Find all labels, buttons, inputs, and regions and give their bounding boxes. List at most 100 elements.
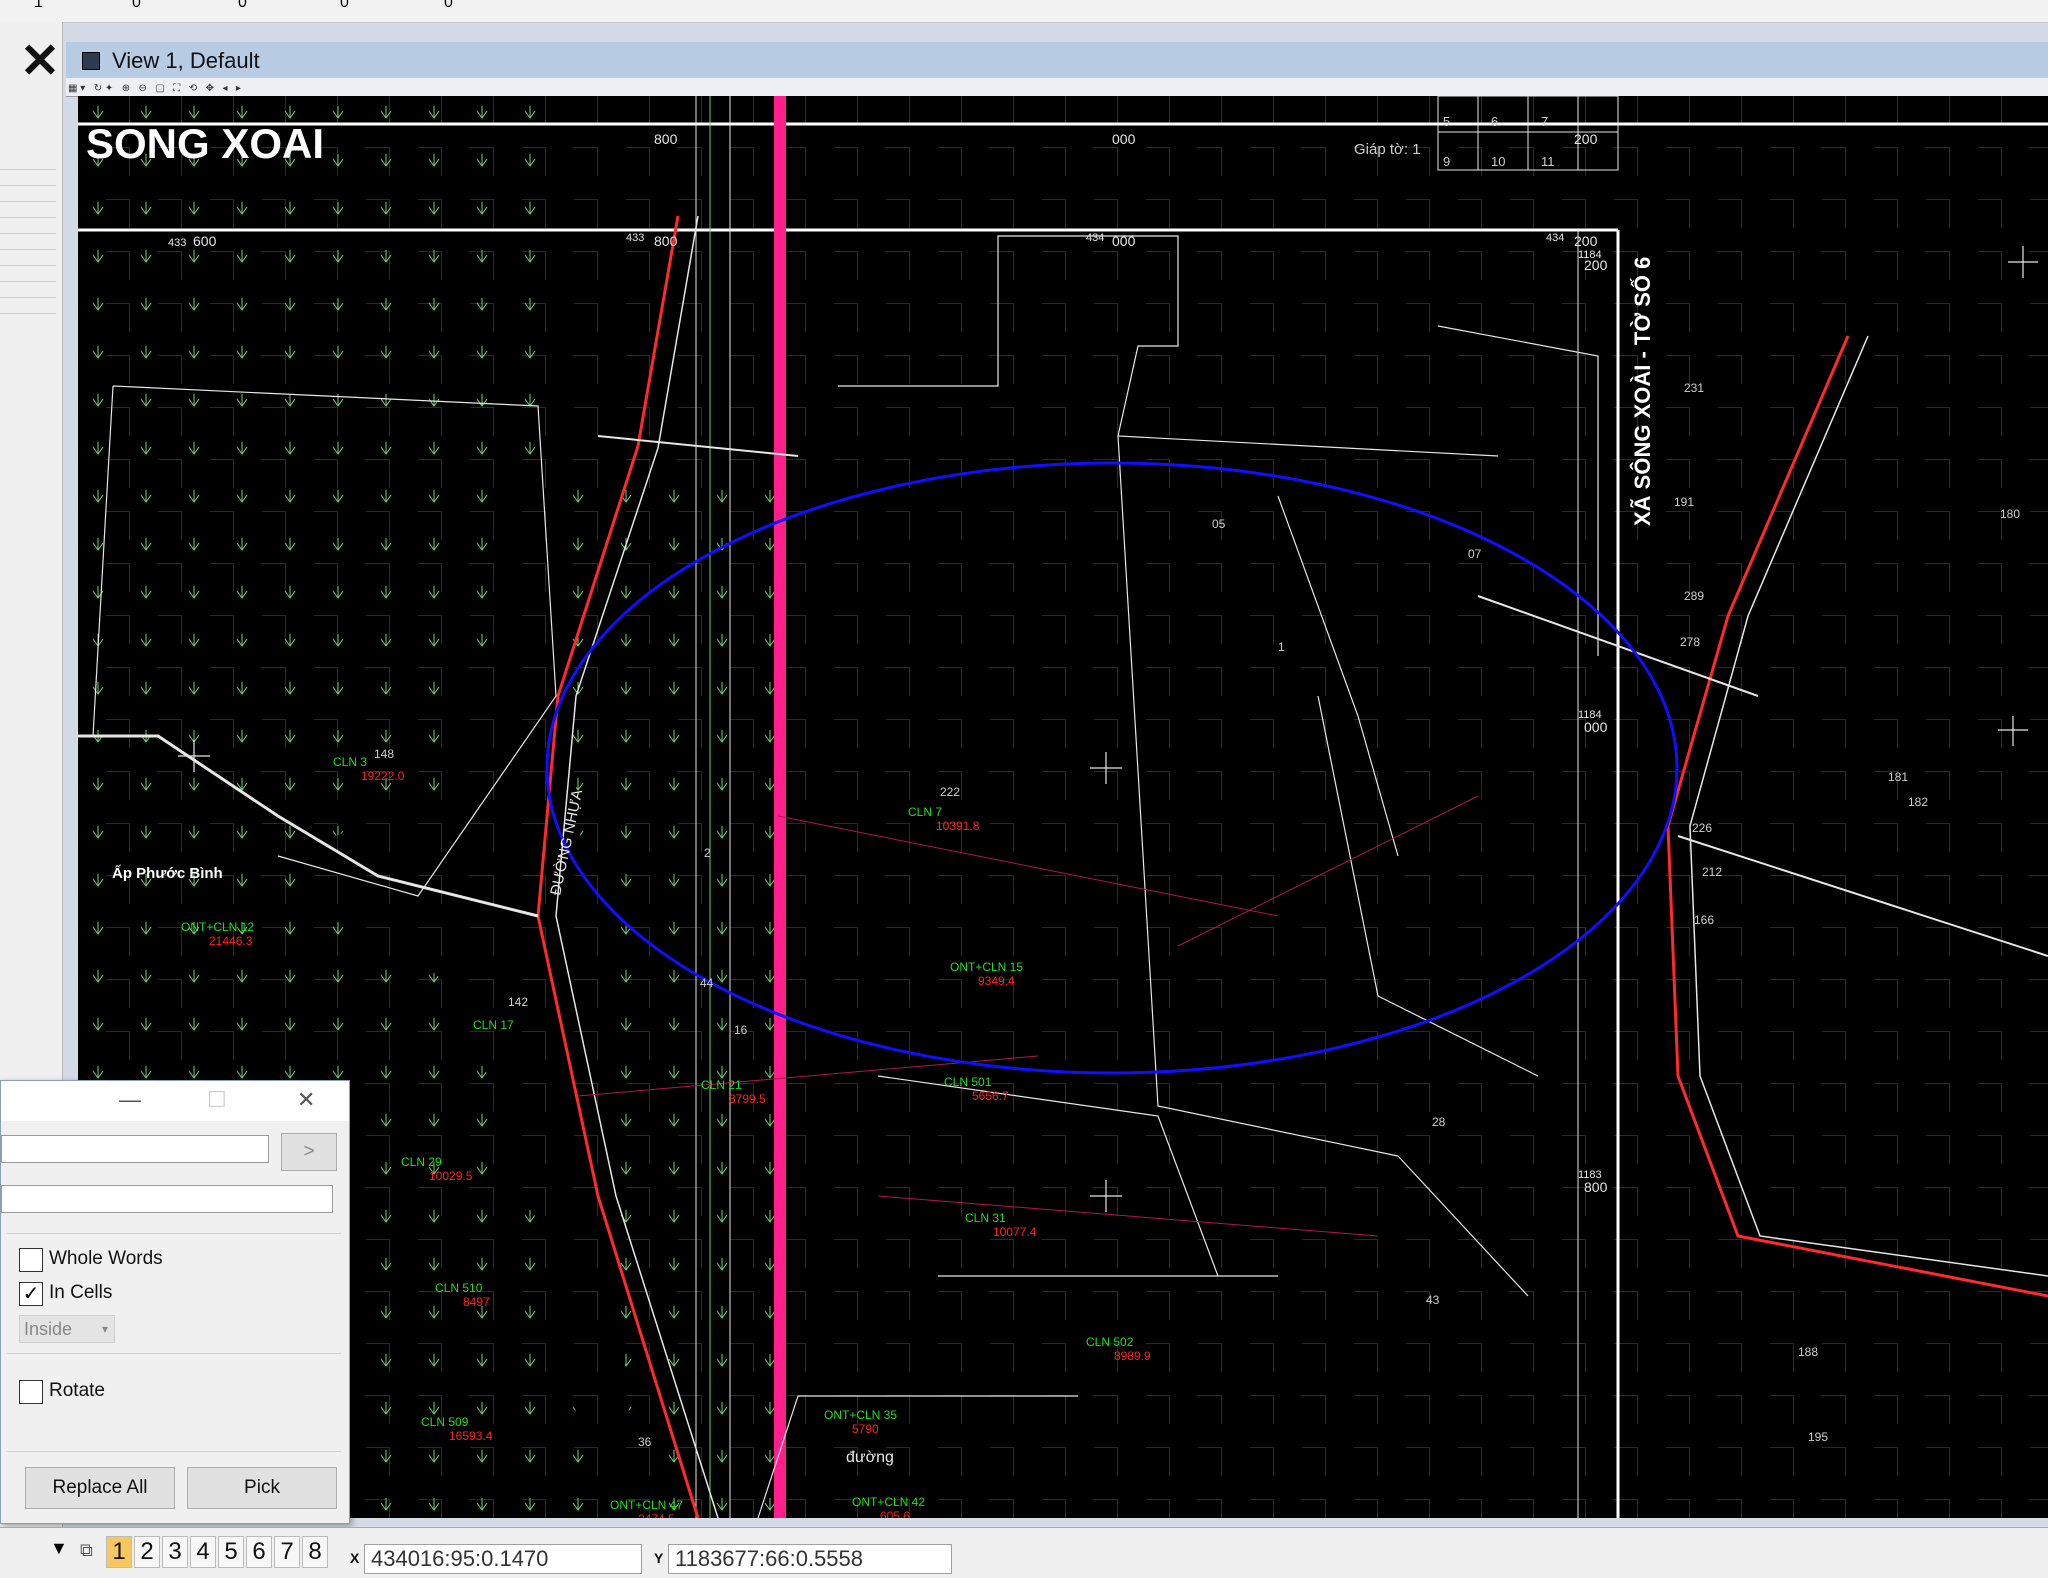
commune-title: SONG XOAI — [86, 120, 324, 167]
list-item[interactable] — [0, 282, 56, 298]
go-button[interactable]: > — [281, 1133, 337, 1171]
view-button-3[interactable]: 3 — [162, 1536, 188, 1568]
list-item[interactable] — [0, 266, 56, 282]
toolbar-field-3[interactable]: 0 — [238, 0, 247, 12]
parcel-code-label: ONT+CLN 15 — [950, 960, 1023, 974]
replace-input[interactable] — [1, 1185, 333, 1213]
pick-button[interactable]: Pick — [187, 1467, 337, 1509]
parcel-area-label: 8497 — [463, 1295, 490, 1309]
list-item[interactable] — [0, 218, 56, 234]
view-button-8[interactable]: 8 — [302, 1536, 328, 1568]
in-cells-checkbox[interactable]: ✓ — [19, 1282, 43, 1306]
inside-select[interactable]: Inside ▾ — [19, 1315, 115, 1343]
parcel-number-label: 44 — [700, 976, 714, 990]
sheet-label: XÃ SÔNG XOÀI - TỜ SỐ 6 — [1629, 257, 1655, 526]
rotate-view-icon[interactable]: ⟲ — [189, 83, 197, 94]
sheet-index-cell: 10 — [1491, 154, 1505, 169]
replace-all-button[interactable]: Replace All — [25, 1467, 175, 1509]
toolbar-field-1[interactable]: 1 — [34, 0, 43, 12]
parcel-number-label: 166 — [1694, 913, 1714, 927]
map-canvas[interactable]: SONG XOAI Giáp tờ: 1 XÃ SÔNG XOÀI - TỜ S… — [78, 96, 2048, 1518]
view-button-6[interactable]: 6 — [246, 1536, 272, 1568]
view-toolbar: ▦ ▾ ↻ ✦ ⊕ ⊖ ▢ ⛶ ⟲ ✥ ◂ ▸ — [66, 78, 2048, 97]
grid-label: 800 — [654, 131, 678, 147]
view-button-7[interactable]: 7 — [274, 1536, 300, 1568]
window-area-icon[interactable]: ▢ — [155, 83, 164, 94]
sheet-index-cell: 6 — [1491, 114, 1498, 129]
parcel-area-label: 8989.9 — [1114, 1349, 1151, 1363]
zoom-out-icon[interactable]: ⊖ — [139, 83, 147, 94]
update-view-icon[interactable]: ↻ ✦ — [94, 83, 114, 94]
divider — [7, 1233, 341, 1234]
whole-words-checkbox[interactable] — [19, 1248, 43, 1272]
y-coord-field[interactable]: 1183677:66:0.5558 — [668, 1544, 952, 1574]
parcel-code-label: ONT+CLN 35 — [824, 1408, 897, 1422]
left-panel-list — [0, 154, 56, 314]
rotate-checkbox[interactable] — [19, 1380, 43, 1404]
parcel-code-label: CLN 7 — [908, 805, 942, 819]
view-previous-icon[interactable]: ◂ — [222, 83, 227, 94]
parcel-number-label: 278 — [1680, 635, 1700, 649]
find-replace-dialog: — ☐ ✕ > Whole Words ✓ In Cells Inside ▾ R… — [0, 1080, 350, 1524]
parcel-code-label: CLN 501 — [944, 1075, 992, 1089]
grid-label: 000 — [1112, 233, 1136, 249]
parcel-area-label: 3799.5 — [729, 1092, 766, 1106]
view-titlebar: View 1, Default — [66, 42, 2048, 78]
close-icon[interactable]: ✕ — [18, 38, 62, 86]
parcel-area-label: 10029.5 — [429, 1169, 473, 1183]
view-button-5[interactable]: 5 — [218, 1536, 244, 1568]
toolbar-field-4[interactable]: 0 — [340, 0, 349, 12]
parcel-code-label: CLN 29 — [401, 1155, 442, 1169]
list-item[interactable] — [0, 186, 56, 202]
view-button-1[interactable]: 1 — [106, 1536, 132, 1568]
rotate-label: Rotate — [49, 1380, 105, 1401]
parcel-area-label: 5790 — [852, 1422, 879, 1436]
view-button-4[interactable]: 4 — [190, 1536, 216, 1568]
minimize-icon[interactable]: — — [119, 1087, 141, 1113]
parcel-number-label: 188 — [1798, 1345, 1818, 1359]
view-group-icon[interactable]: ⧉ — [80, 1540, 93, 1561]
adjacent-sheet-label: Giáp tờ: 1 — [1354, 141, 1421, 158]
list-item[interactable] — [0, 202, 56, 218]
boundary-line — [774, 96, 786, 1518]
grid-label: 600 — [193, 233, 217, 249]
parcel-area-label: 2474.5 — [638, 1512, 675, 1518]
parcel-code-label: CLN 509 — [421, 1415, 469, 1429]
parcel-area-label: 16593.4 — [449, 1429, 493, 1443]
parcel-number-label: 191 — [1674, 495, 1694, 509]
parcel-number-label: 182 — [1908, 795, 1928, 809]
parcel-area-label: 10391.8 — [936, 819, 980, 833]
view-title: View 1, Default — [112, 48, 260, 73]
find-input[interactable] — [1, 1135, 269, 1163]
chevron-down-icon[interactable]: ▼ — [50, 1538, 68, 1559]
road-name-label: đường — [846, 1449, 894, 1466]
view-next-icon[interactable]: ▸ — [236, 83, 241, 94]
parcel-area-label: 21446.3 — [209, 934, 253, 948]
list-item[interactable] — [0, 298, 56, 314]
toolbar-field-2[interactable]: 0 — [132, 0, 141, 12]
parcel-area-label: 9349.4 — [978, 974, 1015, 988]
list-item[interactable] — [0, 170, 56, 186]
fit-view-icon[interactable]: ⛶ — [173, 83, 180, 94]
parcel-number-label: 289 — [1684, 589, 1704, 603]
list-item[interactable] — [0, 234, 56, 250]
grid-label: 434 — [1086, 232, 1104, 244]
list-item[interactable] — [0, 250, 56, 266]
zoom-in-icon[interactable]: ⊕ — [122, 83, 130, 94]
view-control-icon[interactable]: ▦ ▾ — [68, 83, 85, 94]
list-item[interactable] — [0, 154, 56, 170]
x-coord-field[interactable]: 434016:95:0.1470 — [364, 1544, 642, 1574]
close-icon[interactable]: ✕ — [297, 1087, 315, 1113]
parcel-code-label: CLN 3 — [333, 755, 367, 769]
parcel-code-label: ONT+CLN 47 — [610, 1498, 683, 1512]
maximize-icon[interactable]: ☐ — [207, 1087, 227, 1113]
view-button-2[interactable]: 2 — [134, 1536, 160, 1568]
cadastral-map: SONG XOAI Giáp tờ: 1 XÃ SÔNG XOÀI - TỜ S… — [78, 96, 2048, 1518]
parcel-number-label: 16 — [734, 1023, 748, 1037]
parcel-number-label: 07 — [1468, 547, 1482, 561]
toolbar-field-5[interactable]: 0 — [444, 0, 453, 12]
sheet-index-cell: 9 — [1443, 154, 1450, 169]
parcel-area-label: 605.6 — [880, 1509, 910, 1518]
pan-view-icon[interactable]: ✥ — [206, 83, 214, 94]
grid-label: 200 — [1574, 131, 1598, 147]
